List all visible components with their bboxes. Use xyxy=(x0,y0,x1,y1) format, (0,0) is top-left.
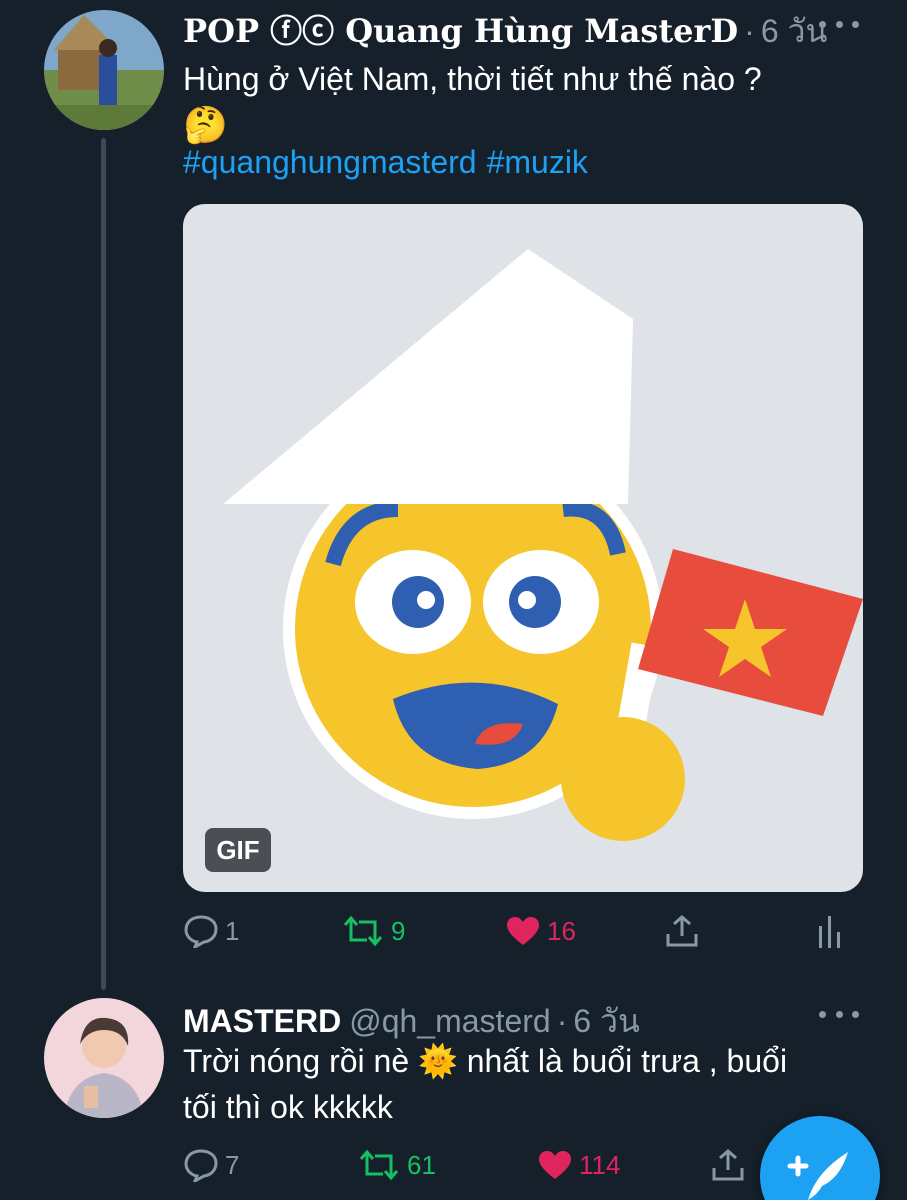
timestamp[interactable]: 6 วัน xyxy=(761,6,828,57)
retweet-count: 61 xyxy=(407,1149,436,1180)
reply-icon xyxy=(184,1149,218,1182)
analytics-icon xyxy=(819,916,840,948)
retweet-button[interactable]: 9 xyxy=(341,908,405,954)
share-icon xyxy=(666,915,698,947)
hashtag-link[interactable]: #muzik xyxy=(487,144,588,180)
reply-count: 7 xyxy=(225,1149,240,1180)
reply-button[interactable]: 1 xyxy=(183,908,239,954)
reply-button[interactable]: 7 xyxy=(183,1142,239,1188)
like-count: 114 xyxy=(579,1149,621,1180)
more-icon[interactable] xyxy=(819,14,859,34)
gif-badge: GIF xyxy=(205,828,271,872)
more-icon[interactable] xyxy=(819,1004,859,1024)
display-name[interactable]: MASTERD xyxy=(183,1003,341,1040)
like-count: 16 xyxy=(547,915,576,946)
heart-icon xyxy=(507,917,539,945)
display-name[interactable]: POP ⓕⓒ Quang Hùng MasterD xyxy=(183,6,738,52)
compose-tweet-icon xyxy=(787,1152,848,1200)
like-button[interactable]: 114 xyxy=(537,1142,620,1188)
retweet-icon xyxy=(343,915,383,947)
compose-tweet-button[interactable] xyxy=(760,1116,880,1200)
gif-media[interactable]: GIF xyxy=(183,204,863,892)
retweet-count: 9 xyxy=(391,915,406,946)
tweet-1[interactable]: POP ⓕⓒ Quang Hùng MasterD · 6 วัน Hùng ở… xyxy=(0,0,907,990)
tweet-actions: 1 9 16 xyxy=(183,908,863,954)
separator-dot: · xyxy=(744,13,755,49)
handle[interactable]: @qh_masterd xyxy=(349,1003,550,1040)
hashtag-link[interactable]: #quanghungmasterd xyxy=(183,144,477,180)
retweet-button[interactable]: 61 xyxy=(357,1142,436,1188)
reply-icon xyxy=(184,915,218,948)
like-button[interactable]: 16 xyxy=(505,908,576,954)
hashtags: #quanghungmasterd #muzik xyxy=(183,144,598,181)
tweet-header: POP ⓕⓒ Quang Hùng MasterD · 6 วัน xyxy=(183,6,847,57)
thinking-emoji: 🤔 xyxy=(183,104,228,145)
retweet-icon xyxy=(359,1149,399,1181)
tweet-text-line: Trời nóng rồi nè 🌞 nhất là buổi trưa , b… xyxy=(183,1043,788,1079)
separator-dot: · xyxy=(556,1003,568,1039)
tweet-text: Hùng ở Việt Nam, thời tiết như thế nào ?… xyxy=(183,56,867,148)
share-button[interactable] xyxy=(665,908,699,954)
gif-image xyxy=(223,249,863,841)
share-button[interactable] xyxy=(711,1142,745,1188)
thread-line xyxy=(101,138,106,990)
analytics-button[interactable] xyxy=(817,908,843,954)
share-icon xyxy=(712,1149,744,1181)
avatar[interactable] xyxy=(44,10,164,130)
avatar[interactable] xyxy=(44,998,164,1118)
heart-icon xyxy=(539,1151,571,1179)
reply-count: 1 xyxy=(225,915,240,946)
tweet-text-line: Hùng ở Việt Nam, thời tiết như thế nào ? xyxy=(183,61,762,97)
